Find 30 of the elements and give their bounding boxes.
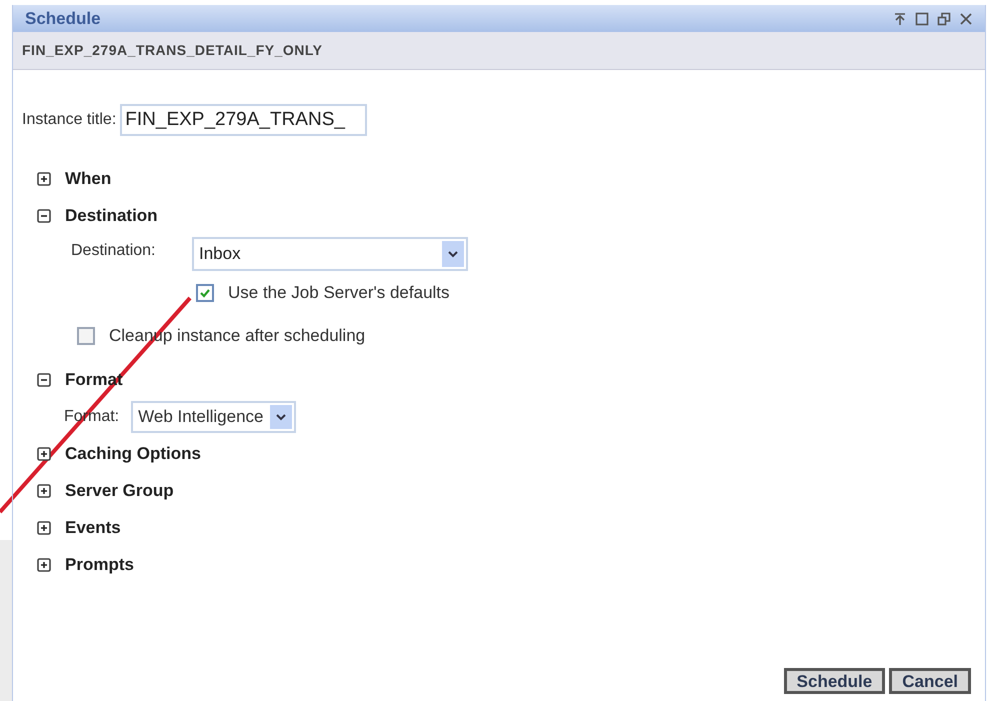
maximize-icon[interactable] bbox=[915, 12, 929, 26]
collapse-icon[interactable] bbox=[37, 372, 51, 386]
dialog-button[interactable]: Cancel bbox=[889, 668, 971, 694]
restore-icon[interactable] bbox=[937, 12, 951, 26]
section-header[interactable]: When bbox=[65, 166, 112, 192]
checkbox-label[interactable]: Use the Job Server's defaults bbox=[228, 280, 450, 306]
section-header[interactable]: Destination bbox=[65, 202, 158, 228]
field-label: Destination: bbox=[71, 241, 156, 261]
expand-icon[interactable] bbox=[37, 520, 51, 534]
expand-icon[interactable] bbox=[37, 484, 51, 498]
instance-title-field[interactable]: FIN_EXP_279A_TRANS_ bbox=[120, 104, 368, 136]
checkmark-icon bbox=[199, 286, 211, 298]
section-header[interactable]: Server Group bbox=[65, 478, 174, 504]
expand-icon[interactable] bbox=[37, 446, 51, 460]
window-title: Schedule bbox=[25, 8, 101, 30]
section-header[interactable]: Caching Options bbox=[65, 440, 201, 466]
field-label: Instance title: bbox=[22, 110, 116, 130]
close-icon[interactable] bbox=[959, 12, 973, 26]
report-name: FIN_EXP_279A_TRANS_DETAIL_FY_ONLY bbox=[22, 41, 322, 60]
expand-icon[interactable] bbox=[37, 558, 51, 572]
collapse-icon[interactable] bbox=[37, 208, 51, 222]
dialog-button[interactable]: Schedule bbox=[784, 668, 886, 694]
destination-dropdown[interactable]: Inbox bbox=[192, 237, 468, 271]
pin-icon[interactable] bbox=[893, 12, 907, 26]
expand-icon[interactable] bbox=[37, 172, 51, 186]
checkbox[interactable] bbox=[196, 284, 214, 302]
format-dropdown[interactable]: Web Intelligence bbox=[131, 400, 296, 432]
section-header[interactable]: Prompts bbox=[65, 552, 134, 578]
checkbox[interactable] bbox=[77, 327, 95, 345]
section-header[interactable]: Events bbox=[65, 514, 121, 540]
